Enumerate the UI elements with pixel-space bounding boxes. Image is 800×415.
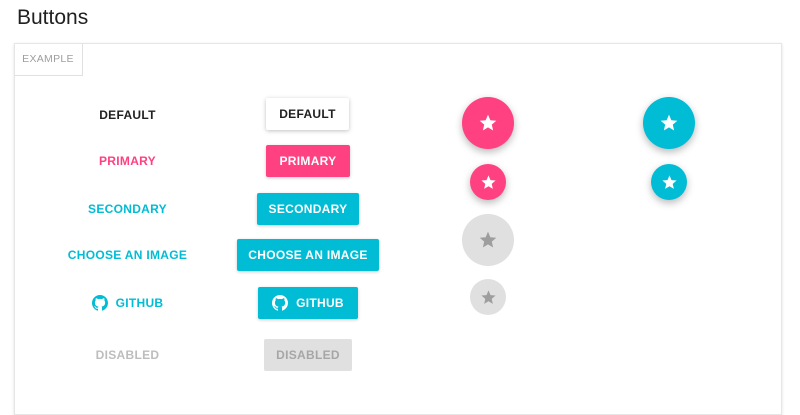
star-icon: [479, 114, 497, 131]
github-icon: [91, 295, 108, 311]
fab-cyan-large[interactable]: [643, 97, 695, 149]
star-icon: [661, 174, 677, 189]
raised-github-label: GITHUB: [296, 296, 344, 310]
flat-github-label: GITHUB: [115, 296, 164, 310]
fab-grey-large-disabled: [462, 214, 514, 266]
star-icon: [480, 174, 496, 189]
star-icon: [660, 114, 678, 131]
raised-default-button[interactable]: DEFAULT: [266, 98, 349, 130]
github-icon: [272, 295, 289, 311]
flat-github-button[interactable]: GITHUB: [60, 288, 195, 318]
fab-cyan-mini[interactable]: [651, 164, 687, 200]
flat-disabled-button: DISABLED: [95, 348, 160, 362]
raised-github-button[interactable]: GITHUB: [258, 287, 358, 319]
flat-choose-image-button[interactable]: CHOOSE AN IMAGE: [60, 240, 195, 270]
raised-disabled-button: DISABLED: [264, 339, 352, 371]
flat-secondary-button[interactable]: SECONDARY: [60, 194, 195, 224]
raised-primary-button[interactable]: PRIMARY: [266, 145, 350, 177]
fab-grey-mini-disabled: [470, 279, 506, 315]
fab-pink-mini[interactable]: [470, 164, 506, 200]
flat-default-button[interactable]: DEFAULT: [60, 100, 195, 130]
fab-pink-large[interactable]: [462, 97, 514, 149]
page-title: Buttons: [17, 6, 89, 29]
flat-primary-button[interactable]: PRIMARY: [60, 146, 195, 176]
star-icon: [479, 231, 497, 248]
example-tab[interactable]: EXAMPLE: [14, 43, 83, 76]
raised-choose-image-button[interactable]: CHOOSE AN IMAGE: [237, 239, 379, 271]
raised-secondary-button[interactable]: SECONDARY: [257, 193, 359, 225]
star-icon: [480, 289, 496, 304]
